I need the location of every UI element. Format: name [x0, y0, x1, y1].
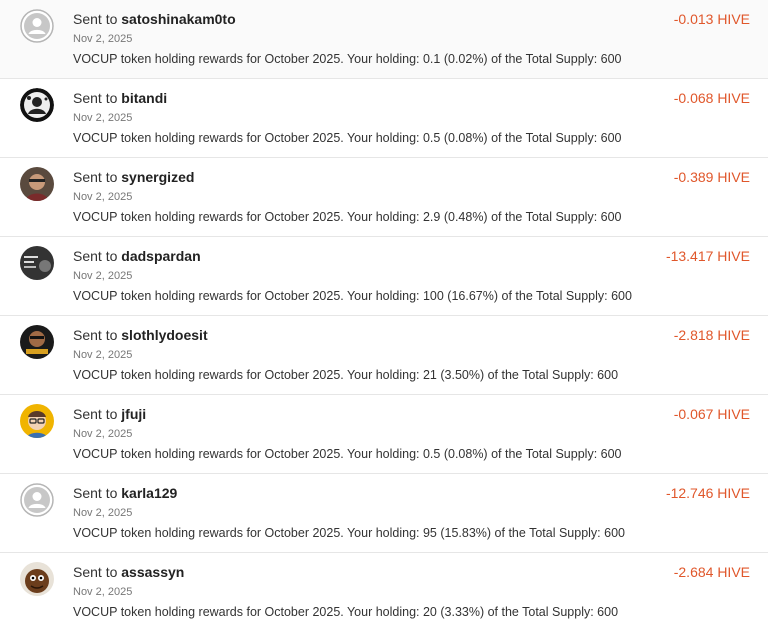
transfer-title: Sent to karla129	[73, 485, 177, 501]
transfer-title: Sent to jfuji	[73, 406, 146, 422]
transfer-title: Sent to synergized	[73, 169, 194, 185]
transfer-title: Sent to satoshinakam0to	[73, 11, 236, 27]
user-avatar-icon[interactable]	[20, 562, 54, 596]
recipient-link[interactable]: karla129	[121, 485, 177, 501]
user-avatar-icon[interactable]	[20, 88, 54, 122]
transfer-prefix: Sent to	[73, 564, 118, 580]
transfer-amount: -0.068 HIVE	[673, 90, 750, 106]
transfer-memo: VOCUP token holding rewards for October …	[73, 52, 622, 66]
transfer-row: Sent to jfuji Nov 2, 2025 VOCUP token ho…	[0, 395, 768, 474]
transfer-row: Sent to assassyn Nov 2, 2025 VOCUP token…	[0, 553, 768, 632]
transfer-memo: VOCUP token holding rewards for October …	[73, 131, 622, 145]
transfer-date: Nov 2, 2025	[73, 33, 133, 45]
user-avatar-icon[interactable]	[20, 246, 54, 280]
transfer-prefix: Sent to	[73, 90, 118, 106]
user-avatar-icon[interactable]	[20, 325, 54, 359]
transfer-row: Sent to bitandi Nov 2, 2025 VOCUP token …	[0, 79, 768, 158]
transfer-memo: VOCUP token holding rewards for October …	[73, 289, 632, 303]
transfer-amount: -0.067 HIVE	[673, 406, 750, 422]
transfer-row: Sent to synergized Nov 2, 2025 VOCUP tok…	[0, 158, 768, 237]
transfer-memo: VOCUP token holding rewards for October …	[73, 526, 625, 540]
recipient-link[interactable]: slothlydoesit	[121, 327, 207, 343]
default-user-avatar-icon[interactable]	[20, 483, 54, 517]
recipient-link[interactable]: synergized	[121, 169, 194, 185]
transfer-title: Sent to slothlydoesit	[73, 327, 208, 343]
transfer-row: Sent to dadspardan Nov 2, 2025 VOCUP tok…	[0, 237, 768, 316]
transfer-list: Sent to satoshinakam0to Nov 2, 2025 VOCU…	[0, 0, 768, 632]
transfer-date: Nov 2, 2025	[73, 586, 133, 598]
user-avatar-icon[interactable]	[20, 167, 54, 201]
recipient-link[interactable]: bitandi	[121, 90, 167, 106]
transfer-title: Sent to dadspardan	[73, 248, 201, 264]
transfer-row: Sent to satoshinakam0to Nov 2, 2025 VOCU…	[0, 0, 768, 79]
transfer-amount: -2.818 HIVE	[673, 327, 750, 343]
recipient-link[interactable]: jfuji	[121, 406, 146, 422]
transfer-prefix: Sent to	[73, 248, 118, 264]
transfer-amount: -0.013 HIVE	[673, 11, 750, 27]
transfer-amount: -12.746 HIVE	[665, 485, 750, 501]
user-avatar-icon[interactable]	[20, 404, 54, 438]
transfer-memo: VOCUP token holding rewards for October …	[73, 368, 619, 382]
recipient-link[interactable]: satoshinakam0to	[121, 11, 235, 27]
transfer-memo: VOCUP token holding rewards for October …	[73, 447, 622, 461]
transfer-memo: VOCUP token holding rewards for October …	[73, 605, 619, 619]
transfer-date: Nov 2, 2025	[73, 507, 133, 519]
transfer-amount: -13.417 HIVE	[665, 248, 750, 264]
transfer-prefix: Sent to	[73, 169, 118, 185]
transfer-prefix: Sent to	[73, 327, 118, 343]
transfer-row: Sent to karla129 Nov 2, 2025 VOCUP token…	[0, 474, 768, 553]
transfer-date: Nov 2, 2025	[73, 270, 133, 282]
transfer-amount: -2.684 HIVE	[673, 564, 750, 580]
transfer-memo: VOCUP token holding rewards for October …	[73, 210, 622, 224]
transfer-title: Sent to bitandi	[73, 90, 167, 106]
transfer-amount: -0.389 HIVE	[673, 169, 750, 185]
transfer-prefix: Sent to	[73, 485, 118, 501]
transfer-date: Nov 2, 2025	[73, 349, 133, 361]
transfer-prefix: Sent to	[73, 11, 118, 27]
recipient-link[interactable]: dadspardan	[121, 248, 200, 264]
transfer-row: Sent to slothlydoesit Nov 2, 2025 VOCUP …	[0, 316, 768, 395]
transfer-date: Nov 2, 2025	[73, 428, 133, 440]
default-user-avatar-icon[interactable]	[20, 9, 54, 43]
transfer-date: Nov 2, 2025	[73, 191, 133, 203]
transfer-date: Nov 2, 2025	[73, 112, 133, 124]
transfer-prefix: Sent to	[73, 406, 118, 422]
transfer-title: Sent to assassyn	[73, 564, 184, 580]
recipient-link[interactable]: assassyn	[121, 564, 184, 580]
